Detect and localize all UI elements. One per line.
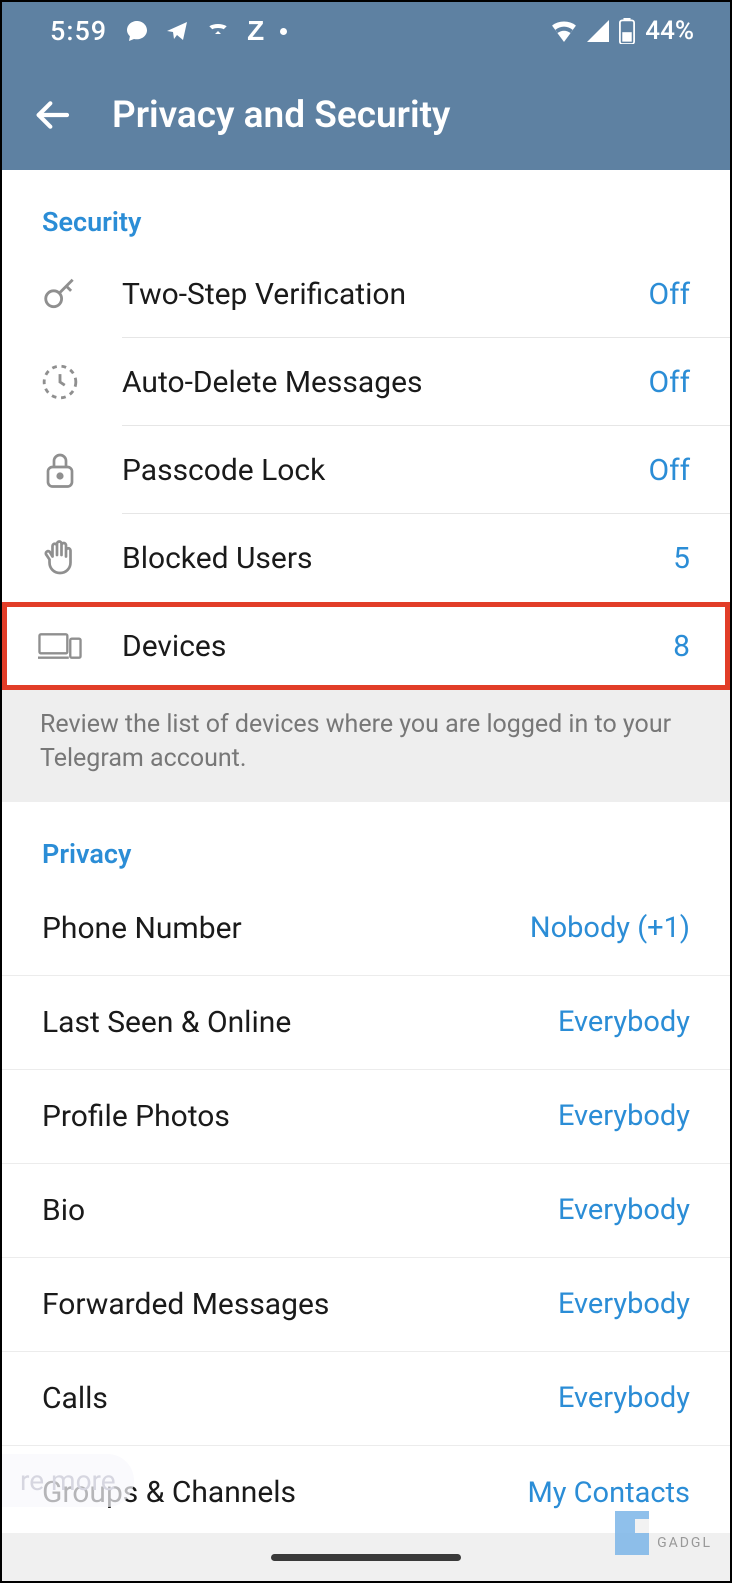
nav-handle[interactable] (271, 1554, 461, 1561)
chat-bubble-icon (125, 19, 149, 43)
privacy-section: Privacy Phone Number Nobody (+1) Last Se… (2, 802, 730, 1534)
phone-number-row[interactable]: Phone Number Nobody (+1) (2, 882, 730, 976)
passcode-lock-value: Off (649, 453, 691, 488)
forwarded-messages-row[interactable]: Forwarded Messages Everybody (2, 1258, 730, 1352)
phone-number-value: Nobody (+1) (530, 911, 690, 945)
page-title: Privacy and Security (112, 94, 450, 137)
watermark-logo-icon (615, 1511, 649, 1555)
status-notification-icons: Z (125, 15, 287, 47)
calls-row[interactable]: Calls Everybody (2, 1352, 730, 1446)
watermark-text: GADGL (657, 1535, 712, 1551)
privacy-section-header: Privacy (2, 802, 730, 882)
status-right: 44% (551, 16, 694, 46)
watermark: GADGL (615, 1511, 712, 1555)
dot-icon (280, 28, 287, 35)
last-seen-label: Last Seen & Online (42, 1005, 291, 1040)
security-section: Security Two-Step Verification Off Auto-… (2, 170, 730, 802)
calls-value: Everybody (558, 1381, 690, 1415)
two-step-verification-label: Two-Step Verification (122, 277, 649, 312)
app-header: Privacy and Security (2, 60, 730, 170)
last-seen-value: Everybody (558, 1005, 690, 1039)
bio-value: Everybody (558, 1193, 690, 1227)
key-icon (38, 272, 82, 316)
back-button[interactable] (32, 95, 72, 135)
signal-icon (587, 20, 609, 42)
groups-channels-value: My Contacts (527, 1476, 690, 1510)
forwarded-messages-value: Everybody (558, 1287, 690, 1321)
forwarded-messages-label: Forwarded Messages (42, 1287, 329, 1322)
auto-delete-messages-value: Off (649, 365, 691, 400)
hand-icon (38, 536, 82, 580)
timer-icon (38, 360, 82, 404)
status-left: 5:59 Z (50, 15, 287, 47)
ghost-overlay: re more (2, 1454, 134, 1507)
z-icon: Z (247, 15, 264, 47)
battery-icon (619, 18, 635, 44)
missed-call-icon (205, 19, 231, 43)
last-seen-row[interactable]: Last Seen & Online Everybody (2, 976, 730, 1070)
two-step-verification-row[interactable]: Two-Step Verification Off (2, 250, 730, 338)
phone-number-label: Phone Number (42, 911, 242, 946)
calls-label: Calls (42, 1381, 108, 1416)
bio-label: Bio (42, 1193, 85, 1228)
status-bar: 5:59 Z 44% (2, 2, 730, 60)
profile-photos-row[interactable]: Profile Photos Everybody (2, 1070, 730, 1164)
bio-row[interactable]: Bio Everybody (2, 1164, 730, 1258)
blocked-users-label: Blocked Users (122, 541, 673, 576)
telegram-icon (165, 19, 189, 43)
status-time: 5:59 (50, 15, 107, 47)
devices-icon (38, 624, 82, 668)
profile-photos-label: Profile Photos (42, 1099, 230, 1134)
auto-delete-messages-row[interactable]: Auto-Delete Messages Off (2, 338, 730, 426)
lock-icon (38, 448, 82, 492)
blocked-users-value: 5 (673, 541, 690, 576)
auto-delete-messages-label: Auto-Delete Messages (122, 365, 649, 400)
two-step-verification-value: Off (649, 277, 691, 312)
battery-percentage: 44% (645, 16, 694, 46)
passcode-lock-label: Passcode Lock (122, 453, 649, 488)
security-section-header: Security (2, 170, 730, 250)
content-scroll[interactable]: Security Two-Step Verification Off Auto-… (2, 170, 730, 1533)
profile-photos-value: Everybody (558, 1099, 690, 1133)
devices-row[interactable]: Devices 8 (2, 602, 730, 690)
wifi-icon (551, 20, 577, 42)
blocked-users-row[interactable]: Blocked Users 5 (2, 514, 730, 602)
passcode-lock-row[interactable]: Passcode Lock Off (2, 426, 730, 514)
devices-value: 8 (673, 629, 690, 664)
security-section-footer: Review the list of devices where you are… (2, 690, 730, 802)
devices-label: Devices (122, 629, 673, 664)
